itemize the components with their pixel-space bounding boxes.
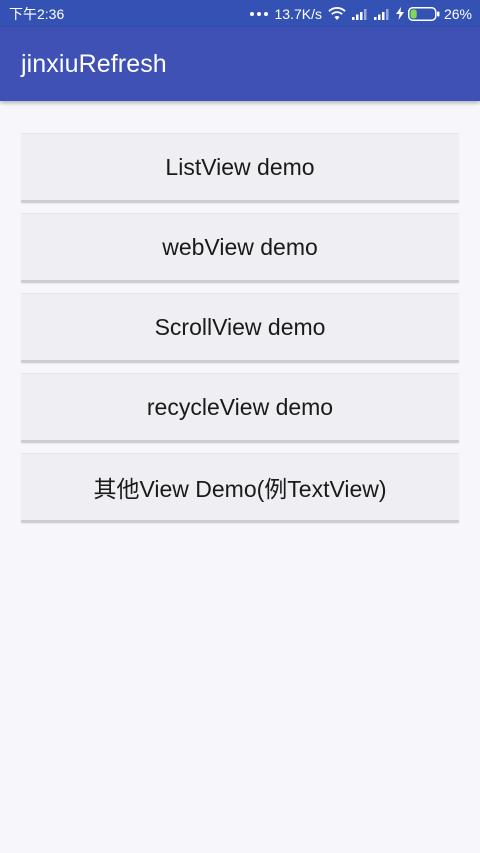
app-bar: jinxiuRefresh [0,27,480,101]
charging-icon [395,7,404,20]
listview-demo-button[interactable]: ListView demo [21,133,459,203]
app-title: jinxiuRefresh [21,49,167,78]
signal-icon [373,8,390,20]
status-indicators: 13.7K/s 26% [250,6,472,22]
status-time: 下午2:36 [9,5,65,22]
battery-status: 26% [395,5,472,22]
battery-percent: 26% [443,5,472,22]
signal-icon [351,8,368,20]
status-bar: 下午2:36 13.7K/s 26% [0,0,480,27]
battery-icon [407,6,440,21]
other-view-demo-button[interactable]: 其他View Demo(例TextView) [21,453,459,523]
scrollview-demo-button[interactable]: ScrollView demo [21,293,459,363]
wifi-icon [328,6,346,21]
demo-button-list: ListView demo webView demo ScrollView de… [21,133,459,533]
network-speed: 13.7K/s [274,5,322,22]
webview-demo-button[interactable]: webView demo [21,213,459,283]
more-dots-icon [250,11,269,16]
recycleview-demo-button[interactable]: recycleView demo [21,373,459,443]
